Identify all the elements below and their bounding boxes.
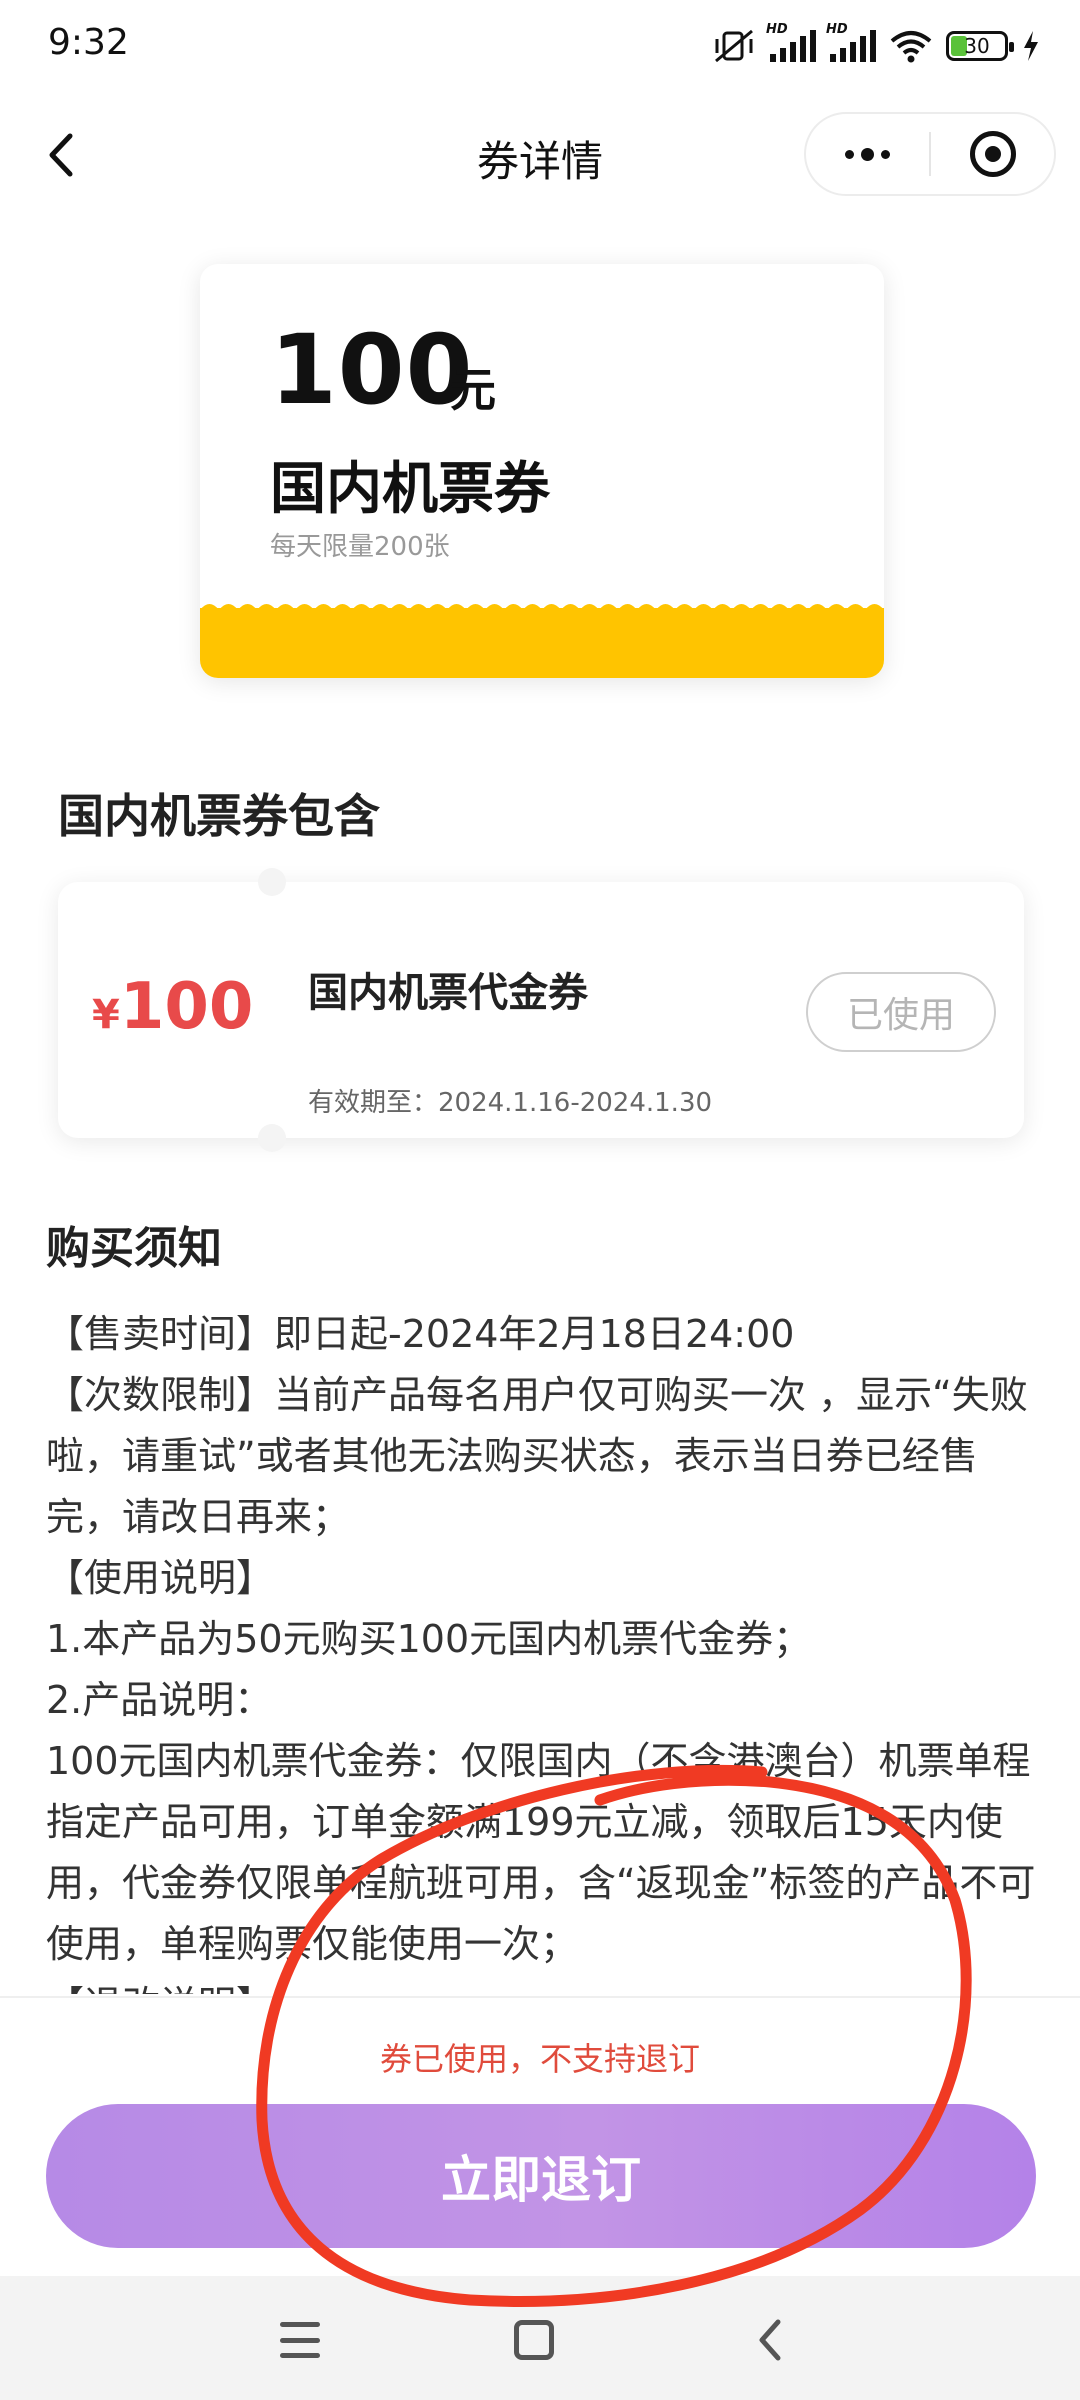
- more-button[interactable]: [806, 114, 929, 194]
- system-nav-bar: [0, 2276, 1080, 2400]
- voucher-price: ¥100: [92, 970, 253, 1044]
- battery-icon: 30: [946, 31, 1014, 61]
- refund-hint: 券已使用，不支持退订: [379, 2040, 700, 2078]
- coupon-card: 100 元 国内机票券 每天限量200张: [200, 264, 884, 678]
- close-miniapp-button[interactable]: [931, 114, 1054, 194]
- status-bar: 9:32 HD HD 30: [0, 0, 1080, 92]
- signal-icon: HD: [766, 22, 816, 62]
- coupon-amount: 100: [270, 314, 474, 426]
- record-target-icon: [969, 131, 1016, 177]
- network-label: HD: [766, 22, 788, 37]
- notice-line: 【售卖时间】即日起-2024年2月18日24:00: [46, 1312, 795, 1356]
- voucher-name: 国内机票代金券: [308, 970, 588, 1016]
- voucher-item: ¥100 国内机票代金券 有效期至：2024.1.16-2024.1.30 已使…: [58, 868, 1024, 1152]
- menu-icon[interactable]: [276, 2316, 324, 2364]
- voucher-status-badge: 已使用: [806, 972, 996, 1052]
- status-time: 9:32: [48, 22, 129, 63]
- back-icon[interactable]: [748, 2316, 796, 2364]
- included-section-title: 国内机票券包含: [58, 789, 380, 843]
- voucher-price-value: 100: [119, 970, 254, 1044]
- voucher-validity: 有效期至：2024.1.16-2024.1.30: [308, 1088, 713, 1118]
- voucher-notch: [258, 1124, 286, 1152]
- notice-line: 1.本产品为50元购买100元国内机票代金券；: [46, 1617, 812, 1661]
- mute-vibrate-icon: [715, 29, 753, 63]
- voucher-currency: ¥: [92, 992, 120, 1038]
- signal-icon: HD: [826, 22, 876, 62]
- coupon-footer-band: [200, 608, 884, 678]
- coupon-unit: 元: [450, 363, 496, 417]
- miniapp-capsule: [804, 112, 1056, 196]
- refund-button[interactable]: 立即退订: [46, 2104, 1036, 2248]
- notice-line: 【使用说明】: [46, 1556, 275, 1600]
- notice-line: 100元国内机票代金券：仅限国内（不含港澳台）机票单程指定产品可用，订单金额满1…: [46, 1739, 1036, 1966]
- purchase-notice-title: 购买须知: [46, 1223, 222, 1274]
- notice-line: 【次数限制】当前产品每名用户仅可购买一次 ，显示“失败啦，请重试”或者其他无法购…: [46, 1373, 1028, 1539]
- charging-icon: [1024, 31, 1038, 61]
- voucher-notch: [258, 868, 286, 896]
- nav-bar: 券详情: [0, 100, 1080, 210]
- battery-level: 30: [964, 34, 990, 58]
- coupon-name: 国内机票券: [270, 457, 550, 522]
- wifi-icon: [890, 31, 932, 63]
- notice-line: 【退改说明】: [46, 1975, 1036, 1994]
- bottom-action-panel: 券已使用，不支持退订 立即退订: [0, 1996, 1080, 2274]
- status-icons: HD HD 30: [712, 22, 1040, 68]
- purchase-notice-body: 【售卖时间】即日起-2024年2月18日24:00 【次数限制】当前产品每名用户…: [46, 1304, 1036, 1994]
- network-label: HD: [826, 22, 848, 37]
- notice-line: 2.产品说明：: [46, 1678, 273, 1722]
- coupon-limit: 每天限量200张: [270, 532, 450, 562]
- more-dots-icon: [845, 147, 890, 161]
- home-icon[interactable]: [514, 2320, 554, 2360]
